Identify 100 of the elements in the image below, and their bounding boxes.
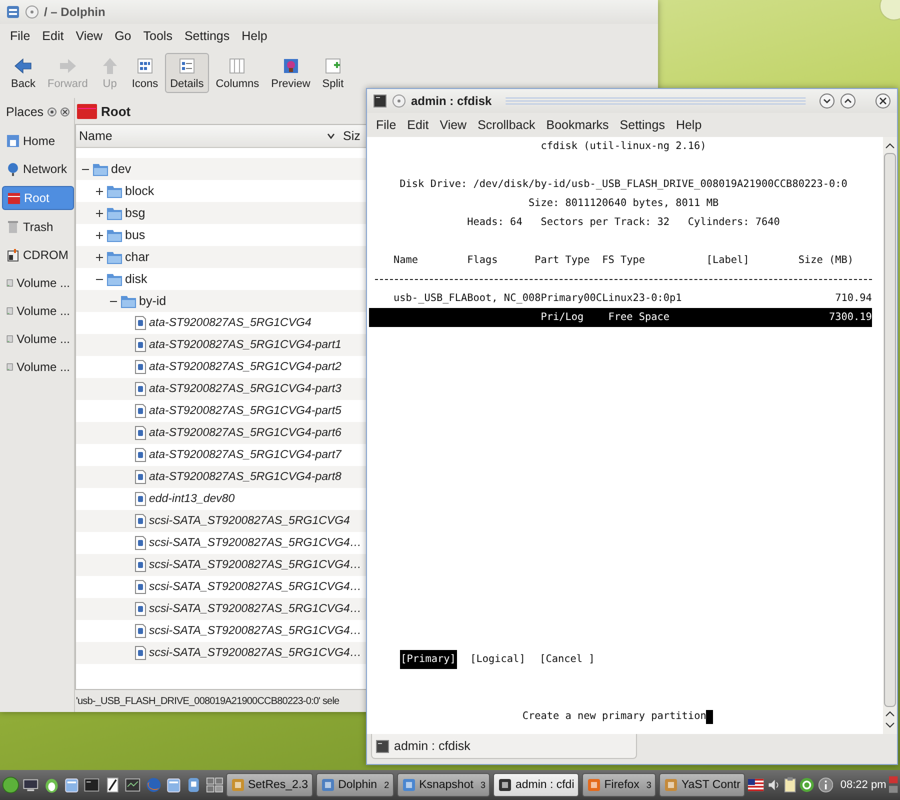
pin-button[interactable] [392,94,406,108]
menu-item[interactable]: Edit [407,118,429,132]
file-name[interactable]: char [125,250,150,264]
file-name[interactable]: scsi-SATA_ST9200827AS_5RG1CVG4… [149,537,362,549]
column-header-line: Name Flags Part Type FS Type [Label] Size (MB) [394,255,854,266]
places-item[interactable]: Home [2,130,74,152]
folder-icon [7,191,21,205]
places-item[interactable]: Volume ... [2,356,74,378]
file-link-icon [135,492,146,506]
scroll-down-icon[interactable] [885,721,895,729]
toolbar-button[interactable]: Preview [266,53,316,93]
close-button[interactable] [875,93,891,109]
toolbar-button[interactable]: Icons [126,53,164,93]
file-name[interactable]: dev [111,162,132,176]
scroll-thumb[interactable] [884,153,896,707]
clock[interactable]: 08:22 pm [840,779,886,791]
file-name[interactable]: scsi-SATA_ST9200827AS_5RG1CVG4… [149,625,362,637]
places-item[interactable]: Network [2,158,74,180]
file-name[interactable]: ata-ST9200827AS_5RG1CVG4-part6 [149,427,342,439]
file-name[interactable]: ata-ST9200827AS_5RG1CVG4-part3 [149,383,342,395]
toolbar-button[interactable]: Split [317,53,349,93]
places-item[interactable]: Volume ... [2,328,74,350]
close-icon[interactable] [60,107,70,117]
menu-item[interactable]: View [440,118,467,132]
clipboard-icon[interactable] [784,776,796,794]
app-icon [664,778,678,792]
pager-icon[interactable] [206,775,223,795]
expand-icon[interactable] [96,188,103,194]
pin-button[interactable] [25,5,39,19]
menu-option[interactable]: [Primary] [400,650,457,669]
file-name[interactable]: ata-ST9200827AS_5RG1CVG4-part7 [149,449,342,461]
menu-item[interactable]: View [76,29,103,43]
terminal-tab[interactable]: admin : cfdisk [371,734,637,759]
expand-icon[interactable] [96,254,103,260]
file-name[interactable]: scsi-SATA_ST9200827AS_5RG1CVG4… [149,647,362,659]
file-link-icon [135,514,146,528]
menu-item[interactable]: File [376,118,396,132]
info-icon[interactable] [818,776,834,794]
places-item[interactable]: Volume ... [2,300,74,322]
file-name[interactable]: edd-int13_dev80 [149,493,235,505]
file-name[interactable]: ata-ST9200827AS_5RG1CVG4-part1 [149,339,342,351]
file-name[interactable]: ata-ST9200827AS_5RG1CVG4-part8 [149,471,342,483]
flag-icon[interactable] [748,778,764,792]
menu-item[interactable]: Go [114,29,132,43]
app-icon[interactable] [6,5,20,19]
toolbar-button[interactable]: Back [6,53,40,93]
task-button[interactable]: Firefox 3 [582,773,656,797]
scroll-up-icon[interactable] [885,142,895,150]
menu-item[interactable]: Tools [143,29,172,43]
menu-launcher-icon[interactable] [2,775,20,795]
speaker-icon[interactable] [767,777,781,793]
menu-item[interactable]: Edit [42,29,64,43]
partition-row[interactable]: usb-_USB_FLABoot, NC_008Primary00CLinux23-0:0p1 710.94 [369,289,872,308]
file-name[interactable]: ata-ST9200827AS_5RG1CVG4 [149,317,312,329]
toolbar-button[interactable]: Details [165,53,209,93]
expand-icon[interactable] [96,210,103,216]
maximize-button[interactable] [840,93,856,109]
file-name[interactable]: scsi-SATA_ST9200827AS_5RG1CVG4… [149,581,362,593]
file-name[interactable]: bsg [125,206,146,220]
file-name[interactable]: scsi-SATA_ST9200827AS_5RG1CVG4 [149,515,350,527]
task-button[interactable]: Ksnapshot 3 [397,773,490,797]
menu-option[interactable]: [Logical] [469,650,526,669]
expand-icon[interactable] [96,232,103,238]
places-item[interactable]: CDROM [2,244,74,266]
panel-toolbox-icon[interactable] [889,774,898,796]
file-name[interactable]: bus [125,228,146,242]
window-title: admin : cfdisk [411,94,492,108]
menu-item[interactable]: Help [242,29,268,43]
settings-icon[interactable] [46,107,57,117]
file-name[interactable]: block [125,184,154,198]
menu-item[interactable]: File [10,29,30,43]
menu-item[interactable]: Scrollback [478,118,536,132]
column-header[interactable]: Siz [343,129,360,143]
app-icon [498,778,512,792]
toolbar-button[interactable]: Columns [210,53,264,93]
task-button[interactable]: Dolphin 2 [316,773,394,797]
menu-item[interactable]: Bookmarks [546,118,609,132]
task-button[interactable]: SetRes_2.3 [226,773,314,797]
column-header[interactable]: Name [76,129,327,143]
task-button[interactable]: admin : cfdi [493,773,580,797]
menu-item[interactable]: Settings [184,29,230,43]
menu-item[interactable]: Help [676,118,702,132]
partition-row[interactable]: Pri/Log Free Space 7300.19 [369,308,872,327]
task-button[interactable]: YaST Contr [659,773,746,797]
scroll-up-icon[interactable] [885,710,895,718]
file-name[interactable]: ata-ST9200827AS_5RG1CVG4-part5 [149,405,342,417]
file-link-icon [135,602,146,616]
left-arrow-icon [13,56,34,76]
minimize-button[interactable] [819,93,835,109]
menu-item[interactable]: Settings [620,118,665,132]
places-item[interactable]: Volume ... [2,272,74,294]
file-name[interactable]: by-id [139,294,166,308]
update-icon[interactable] [799,776,815,794]
file-name[interactable]: disk [125,272,148,286]
terminal-text: Size: 8011120640 bytes, 8011 MB [528,198,719,209]
menu-option[interactable]: [Cancel ] [538,650,596,669]
scrollbar[interactable] [883,137,897,734]
places-item[interactable]: Trash [2,216,74,238]
file-name[interactable]: ata-ST9200827AS_5RG1CVG4-part2 [149,361,342,373]
terminal-icon[interactable] [373,94,387,108]
